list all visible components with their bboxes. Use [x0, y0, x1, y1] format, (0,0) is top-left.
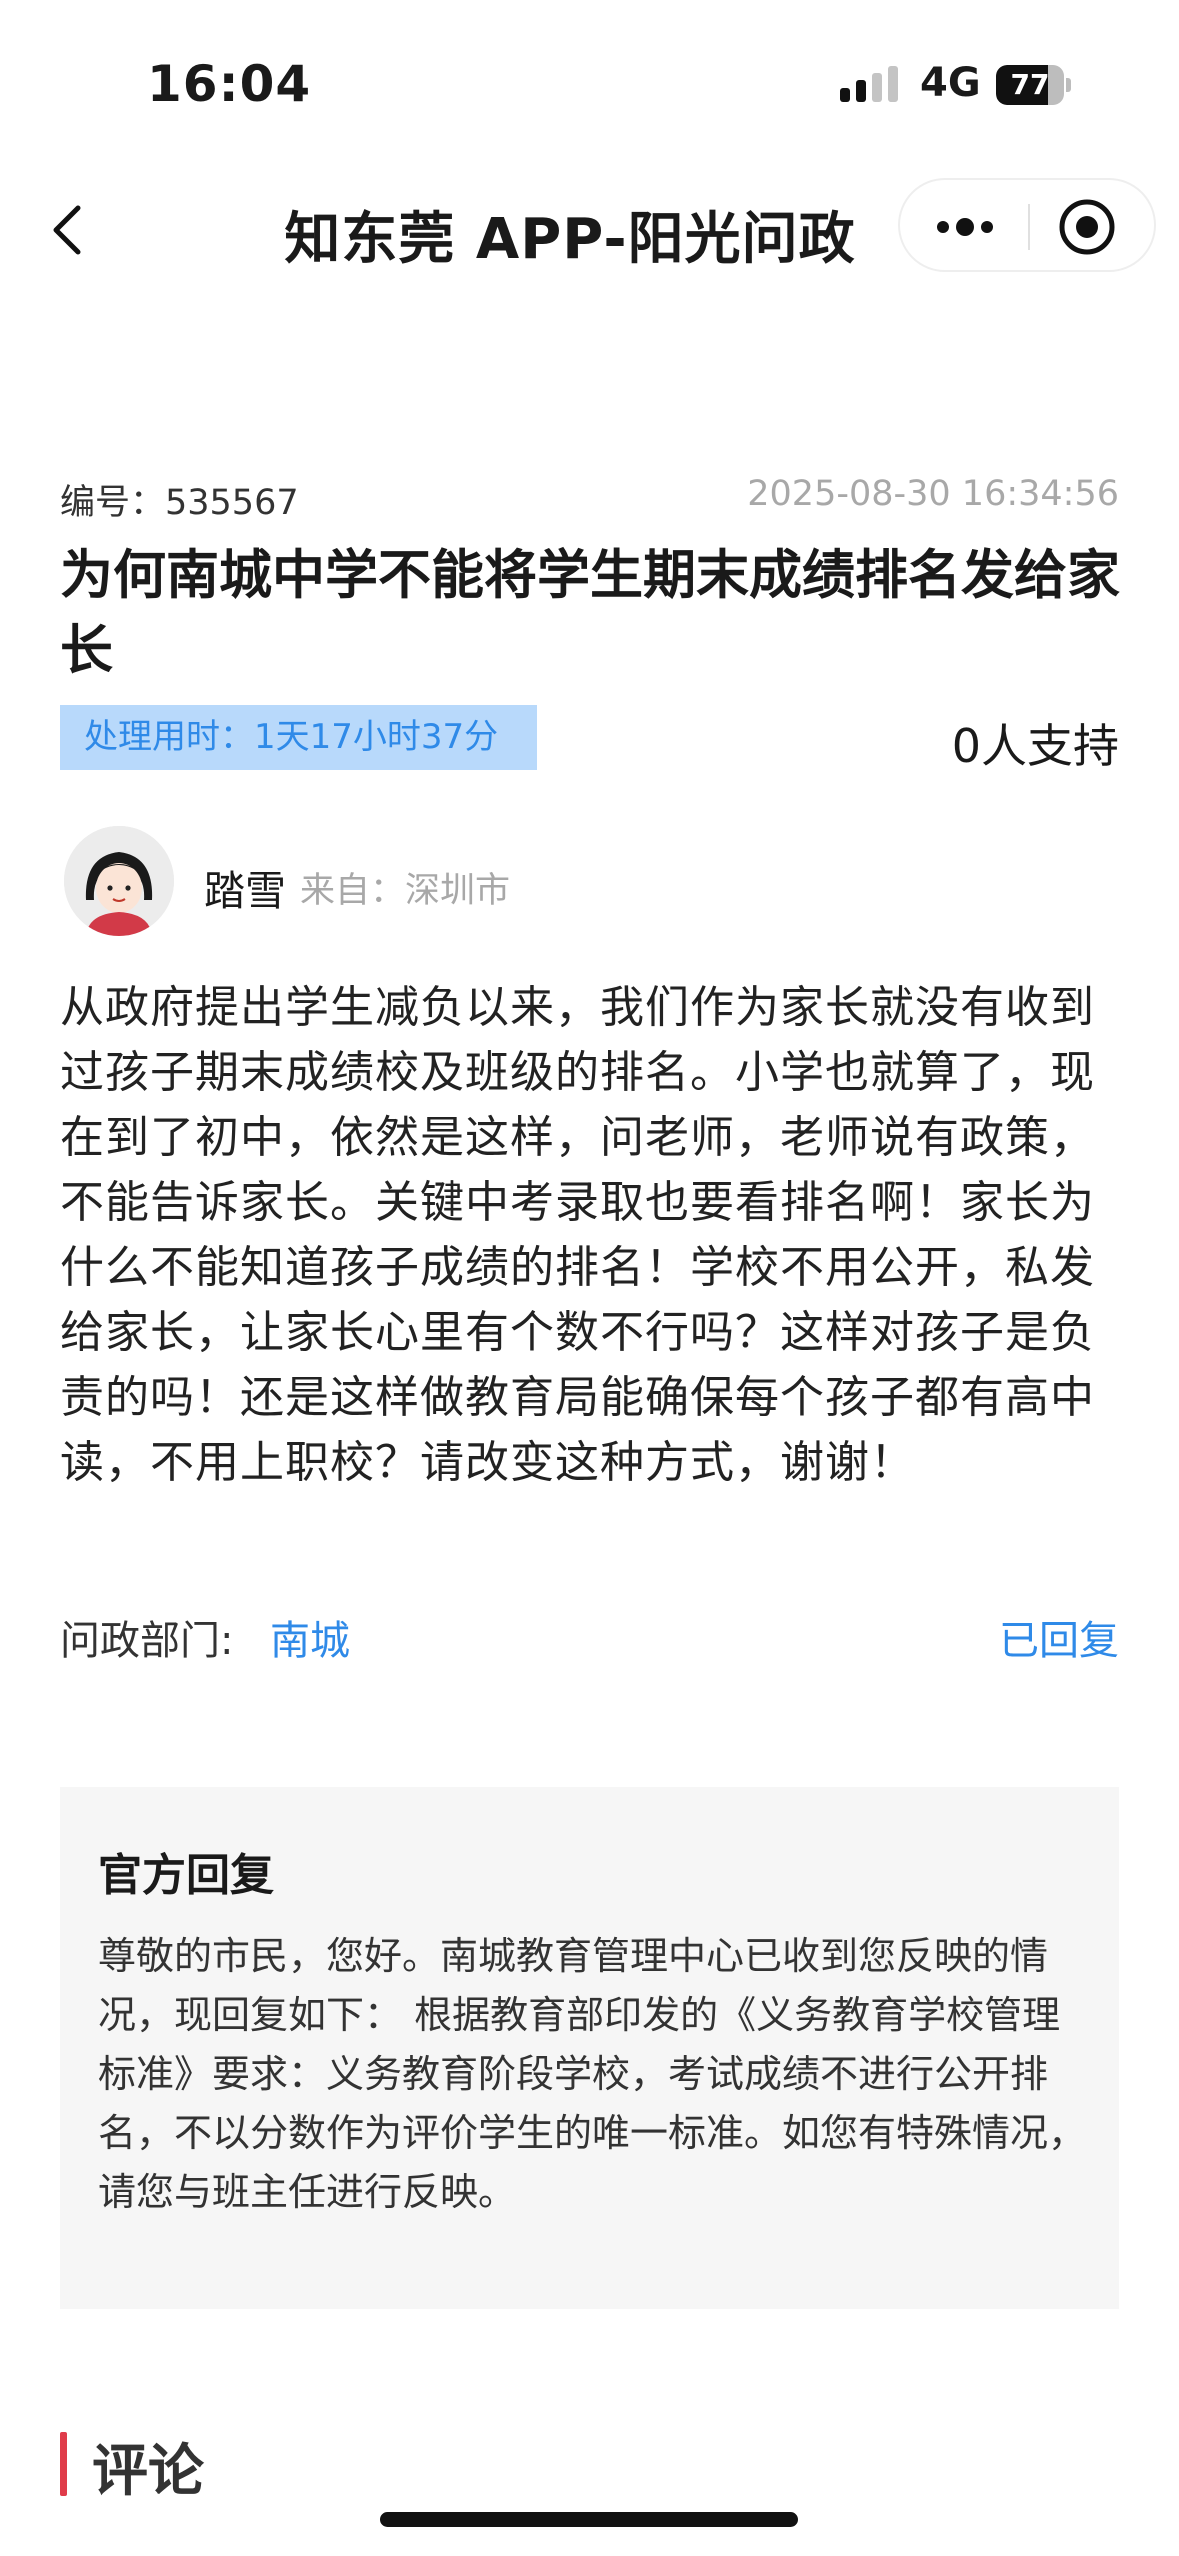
post-code: 编号：535567 [60, 483, 299, 523]
network-type: 4G [920, 60, 981, 106]
home-indicator[interactable] [380, 2512, 798, 2527]
comments-heading: 评论 [92, 2439, 204, 2504]
nav-bar: 知东莞 APP-阳光问政 [0, 170, 1179, 290]
reply-status: 已回复 [999, 1618, 1119, 1664]
back-arrow-icon[interactable] [42, 198, 92, 262]
signal-icon [840, 66, 898, 102]
status-bar: 16:04 4G 77 [0, 0, 1179, 150]
official-reply-title: 官方回复 [98, 1850, 274, 1901]
more-options-icon[interactable] [930, 200, 1000, 254]
post-content: 从政府提出学生减负以来，我们作为家长就没有收到过孩子期末成绩校及班级的排名。小学… [60, 982, 1095, 1488]
post-date: 2025-08-30 16:34:56 [747, 474, 1119, 514]
page: 16:04 4G 77 知东莞 APP-阳光问政 编号：535567 2025-… [0, 0, 1179, 2556]
author-location: 来自：深圳市 [300, 871, 511, 911]
post-meta: 编号：535567 2025-08-30 16:34:56 [60, 474, 1119, 523]
post-title: 为何南城中学不能将学生期末成绩排名发给家长 [60, 545, 1120, 681]
official-reply-text: 尊敬的市民，您好。南城教育管理中心已收到您反映的情况，现回复如下： 根据教育部印… [98, 1934, 1087, 2214]
department-row: 问政部门: 南城 已回复 [60, 1608, 1119, 1668]
page-title: 知东莞 APP-阳光问政 [284, 207, 856, 272]
status-time: 16:04 [147, 55, 312, 113]
battery-icon: 77 [996, 65, 1071, 105]
support-count[interactable]: 0人支持 [952, 710, 1119, 776]
mini-program-capsule [898, 178, 1156, 272]
comments-accent-bar [60, 2432, 67, 2496]
official-reply-card: 官方回复 尊敬的市民，您好。南城教育管理中心已收到您反映的情况，现回复如下： 根… [60, 1787, 1119, 2309]
processing-time-badge: 处理用时：1天17小时37分 [60, 705, 537, 770]
department-link[interactable]: 南城 [270, 1608, 350, 1666]
author-name: 踏雪 [204, 867, 286, 915]
department-label: 问政部门: [60, 1618, 234, 1664]
close-target-icon[interactable] [1056, 196, 1118, 258]
avatar [64, 826, 174, 936]
battery-percent: 77 [1010, 68, 1050, 101]
